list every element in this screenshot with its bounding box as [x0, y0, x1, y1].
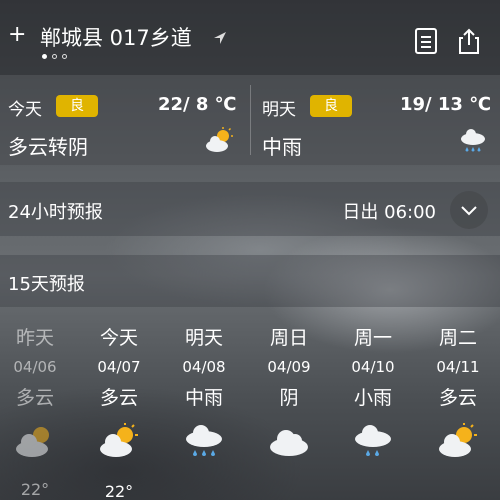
forecast-day[interactable]: 周日 04/09 阴 — [247, 325, 331, 459]
location-arrow-icon — [214, 32, 226, 44]
daily-title: 15天预报 — [8, 274, 85, 295]
forecast-high-temp: 22° — [104, 482, 134, 500]
forecast-high-temp: 22° — [20, 480, 50, 499]
top-bar: + 郸城县 017乡道 — [0, 0, 500, 75]
daily-forecast-header: 15天预报 — [0, 255, 500, 307]
chevron-down-icon — [461, 206, 477, 216]
tomorrow-temp: 19/ 13 ℃ — [400, 94, 492, 115]
cloud-icon — [270, 430, 308, 456]
partly-cloudy-icon — [100, 423, 138, 457]
forecast-condition: 多云 — [438, 387, 477, 409]
sunrise-time: 日出 06:00 — [342, 202, 436, 223]
forecast-condition: 小雨 — [353, 387, 392, 409]
today-temp: 22/ 8 ℃ — [158, 94, 237, 115]
partly-cloudy-icon — [16, 427, 49, 457]
forecast-date: 04/07 — [97, 358, 141, 376]
forecast-day-name: 周日 — [269, 327, 308, 349]
today-condition: 多云转阴 — [8, 135, 88, 159]
forecast-condition: 多云 — [99, 387, 138, 409]
forecast-day[interactable]: 今天 04/07 多云 22° — [77, 325, 161, 500]
forecast-date: 04/09 — [267, 358, 311, 376]
forecast-day[interactable]: 昨天 04/06 多云 22° — [0, 325, 77, 499]
page-indicator — [42, 54, 67, 59]
expand-hourly-button[interactable] — [450, 191, 488, 229]
forecast-date: 04/11 — [436, 358, 480, 376]
tomorrow-aqi-badge: 良 — [310, 95, 352, 117]
share-icon[interactable] — [456, 27, 482, 55]
tomorrow-condition: 中雨 — [262, 135, 302, 159]
today-aqi-badge: 良 — [56, 95, 98, 117]
today-card[interactable]: 今天 良 22/ 8 ℃ 多云转阴 — [0, 75, 250, 165]
forecast-day-name: 周一 — [353, 327, 392, 349]
hourly-title: 24小时预报 — [8, 202, 103, 223]
forecast-condition: 阴 — [279, 387, 299, 409]
forecast-day-name: 昨天 — [15, 327, 54, 349]
page-dot — [52, 54, 57, 59]
forecast-day-name: 今天 — [99, 327, 138, 349]
today-label: 今天 — [8, 100, 42, 120]
tomorrow-card[interactable]: 明天 良 19/ 13 ℃ 中雨 — [251, 75, 500, 165]
forecast-day-name: 周二 — [438, 327, 477, 349]
forecast-condition: 多云 — [15, 387, 54, 409]
forecast-date: 04/06 — [13, 358, 57, 376]
rain-icon — [186, 425, 222, 456]
rain-icon — [461, 129, 485, 152]
partly-cloudy-icon — [206, 127, 233, 152]
forecast-day[interactable]: 周一 04/10 小雨 — [331, 325, 415, 459]
panel-divider — [250, 85, 251, 155]
page-dot — [42, 54, 47, 59]
forecast-date: 04/08 — [182, 358, 226, 376]
light-rain-icon — [355, 425, 391, 456]
forecast-date: 04/10 — [351, 358, 395, 376]
forecast-day[interactable]: 周二 04/11 多云 — [416, 325, 500, 459]
tomorrow-label: 明天 — [262, 100, 296, 120]
forecast-condition: 中雨 — [184, 387, 223, 409]
partly-cloudy-icon — [439, 423, 477, 457]
add-city-button[interactable]: + — [8, 24, 26, 46]
page-dot — [62, 54, 67, 59]
forecast-day[interactable]: 明天 04/08 中雨 — [162, 325, 246, 459]
location-title[interactable]: 郸城县 017乡道 — [40, 25, 192, 51]
forecast-day-name: 明天 — [184, 327, 223, 349]
document-icon[interactable] — [413, 27, 439, 55]
